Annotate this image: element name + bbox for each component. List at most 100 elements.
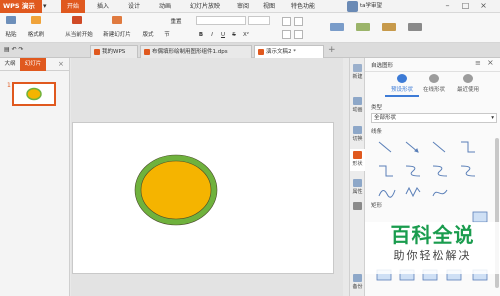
tab-document-1[interactable]: 布偶填形绘制用图形组件1.dps (140, 45, 252, 58)
curved-arrow-shape (432, 165, 448, 177)
close-icon[interactable]: × (476, 0, 491, 13)
slide[interactable] (72, 122, 334, 274)
superscript-button[interactable]: X² (240, 29, 252, 41)
rectangles-label: 矩形 (371, 203, 383, 209)
tab-preset-shapes[interactable]: 预设形状 (385, 71, 419, 97)
menu-insert[interactable]: 插入 (92, 0, 114, 13)
paste-icon[interactable] (6, 16, 16, 24)
menu-review[interactable]: 审阅 (232, 0, 254, 13)
arrange-icon[interactable] (382, 23, 396, 31)
align-center-icon[interactable] (294, 30, 303, 39)
sidebar-label: 属性 (352, 189, 363, 195)
new-slide-button[interactable]: 新建幻灯片 (98, 29, 136, 41)
shapes-icon[interactable] (356, 23, 370, 31)
tab-label: 布偶填形绘制用图形组件1.dps (152, 49, 228, 55)
menu-home[interactable]: 开始 (61, 0, 85, 13)
font-size-field[interactable] (248, 16, 270, 25)
lines-label: 线条 (371, 129, 383, 135)
pane-header: 自选图形 ≡ × (365, 58, 500, 72)
tab-presentation-2[interactable]: 演示文稿2 * (254, 45, 324, 58)
side-tab-bar: 新建 动画 切换 形状 属性 备份 (349, 58, 365, 296)
bold-button[interactable]: B (196, 29, 206, 41)
type-select[interactable]: 全部形状 ▾ (371, 113, 497, 123)
tab-label: 我的WPS (102, 49, 126, 55)
new-icon (353, 64, 362, 72)
new-tab-icon[interactable]: + (328, 45, 336, 55)
pane-menu-icon[interactable]: ≡ (475, 59, 481, 67)
quick-access-icons[interactable]: ▤ ↶ ↷ (4, 46, 24, 53)
freeform-shape (405, 186, 421, 198)
new-slide-icon[interactable] (112, 16, 122, 24)
editing-canvas (71, 58, 343, 296)
paste-button[interactable]: 粘贴 (1, 29, 21, 41)
watermark: 百科全说 助你轻松解决 (365, 222, 500, 274)
sidebar-item-shapes[interactable]: 形状 (350, 149, 365, 171)
dropdown-icon[interactable]: ▾ (43, 2, 51, 11)
sidebar-label: 切换 (352, 136, 363, 142)
find-icon[interactable] (408, 23, 422, 31)
double-arrow-line-shape (432, 141, 446, 153)
tab-online-shapes[interactable]: 在线形状 (419, 71, 449, 97)
users-icon[interactable] (350, 200, 365, 222)
reset-button[interactable]: 重置 (166, 16, 186, 28)
menu-animation[interactable]: 动画 (154, 0, 176, 13)
thumbnail-shape (26, 87, 42, 101)
rectangle-shape (472, 211, 488, 223)
italic-button[interactable]: I (207, 29, 217, 41)
menu-design[interactable]: 设计 (123, 0, 145, 13)
avatar[interactable] (347, 1, 358, 12)
sidebar-label: 新建 (352, 74, 363, 80)
sidebar-item-animation[interactable]: 动画 (350, 95, 365, 117)
menu-features[interactable]: 特色功能 (286, 0, 320, 13)
tab-outline[interactable]: 大纲 (0, 58, 20, 71)
sidebar-item-new[interactable]: 新建 (350, 62, 365, 84)
tab-slides[interactable]: 幻灯片 (20, 58, 46, 71)
format-painter-button[interactable]: 格式刷 (26, 29, 46, 41)
sidebar-item-transition[interactable]: 切换 (350, 124, 365, 146)
recent-icon (463, 74, 473, 83)
sidebar-item-properties[interactable]: 属性 (350, 177, 365, 199)
sidebar-label: 形状 (352, 161, 363, 167)
maximize-icon[interactable]: □ (458, 0, 473, 13)
slide-number: 1 (7, 82, 11, 89)
menu-view[interactable]: 视图 (258, 0, 280, 13)
panel-tabs: 大纲 幻灯片 × (0, 58, 70, 71)
sidebar-item-backup[interactable]: 备份 (350, 272, 365, 294)
line-shape (378, 141, 392, 153)
underline-button[interactable]: U (218, 29, 228, 41)
curved-double-arrow-shape (460, 165, 476, 177)
animation-icon (353, 97, 362, 105)
dps-file-icon (258, 49, 264, 55)
online-shapes-icon (429, 74, 439, 83)
strikethrough-button[interactable]: S (229, 29, 239, 41)
pane-close-icon[interactable]: × (487, 58, 494, 67)
close-panel-icon[interactable]: × (58, 60, 64, 68)
numbering-icon[interactable] (294, 17, 303, 26)
backup-icon (353, 274, 362, 282)
layout-button[interactable]: 版式 (138, 29, 158, 41)
menu-slideshow[interactable]: 幻灯片放映 (185, 0, 225, 13)
scribble-shape (432, 189, 448, 197)
tab-label: 演示文稿2 * (266, 49, 296, 55)
tab-recent[interactable]: 最近使用 (451, 71, 485, 97)
text-box-icon[interactable] (330, 23, 344, 31)
format-painter-icon[interactable] (31, 16, 41, 24)
user-name[interactable]: ta学审望 (360, 0, 398, 13)
slide-thumbnail[interactable] (12, 82, 56, 106)
section-button[interactable]: 节 (160, 29, 174, 41)
watermark-title: 百科全说 (390, 223, 475, 247)
tab-my-wps[interactable]: 我的WPS (90, 45, 138, 58)
minimize-icon[interactable]: – (440, 0, 455, 13)
app-menu-button[interactable]: WPS 演示 (0, 0, 42, 13)
tab-label: 在线形状 (422, 87, 445, 93)
elbow-arrow-shape (379, 165, 393, 177)
ellipse-shape[interactable] (135, 155, 217, 225)
font-name-field[interactable] (196, 16, 246, 25)
chevron-down-icon: ▾ (491, 115, 494, 121)
align-left-icon[interactable] (282, 30, 291, 39)
wps-icon (94, 49, 100, 55)
from-current-button[interactable]: 从当前开始 (60, 29, 98, 41)
bullets-icon[interactable] (282, 17, 291, 26)
ribbon: 粘贴 格式刷 从当前开始 新建幻灯片 版式 节 重置 B I U S X² (0, 13, 500, 43)
play-from-current-icon[interactable] (72, 16, 82, 24)
